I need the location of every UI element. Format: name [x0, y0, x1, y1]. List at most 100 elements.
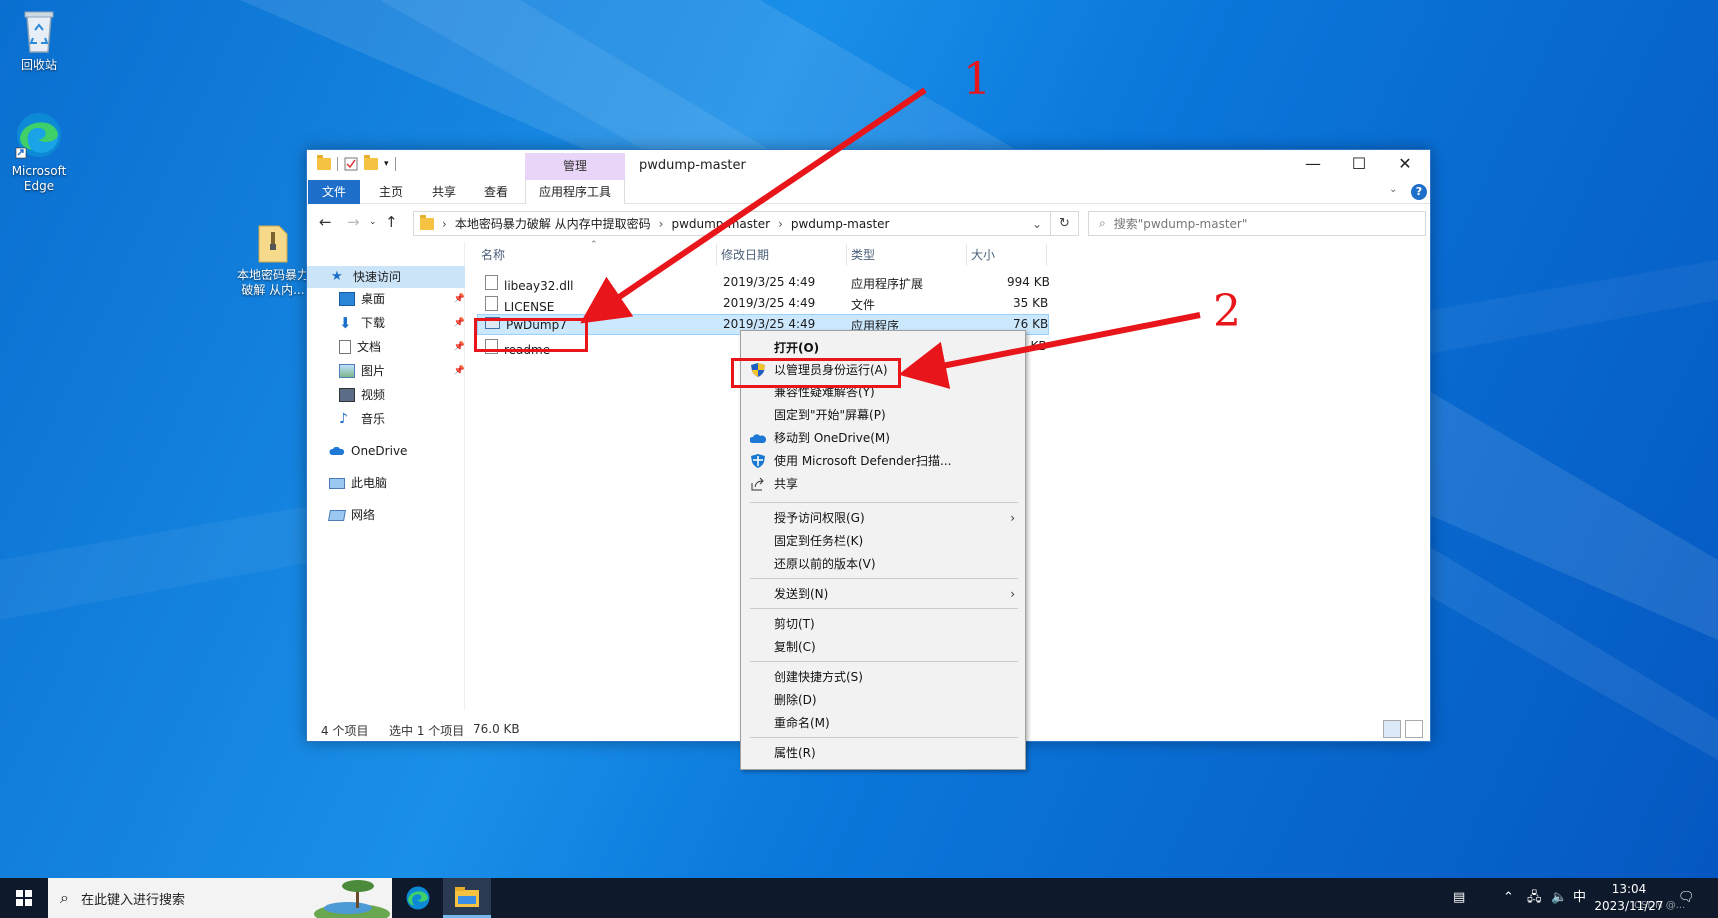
nav-item-network[interactable]: 网络	[328, 504, 461, 526]
start-button[interactable]	[0, 878, 48, 918]
minimize-button[interactable]: —	[1290, 150, 1336, 180]
nav-item-downloads[interactable]: ⬇ 下载 📌	[339, 312, 471, 334]
address-dropdown-icon[interactable]: ⌄	[1032, 217, 1042, 231]
taskbar-edge[interactable]	[394, 878, 442, 918]
text-file-icon	[485, 339, 498, 354]
menu-item-give-access[interactable]: 授予访问权限(G) ›	[741, 507, 1025, 529]
pin-icon[interactable]: 📌	[454, 312, 465, 334]
star-icon: ★	[331, 269, 343, 284]
address-bar[interactable]: › 本地密码暴力破解 从内存中提取密码 › pwdump-master › pw…	[413, 211, 1051, 236]
breadcrumb-segment[interactable]: 本地密码暴力破解 从内存中提取密码	[455, 215, 651, 232]
search-highlight-icon	[314, 880, 390, 918]
nav-item-label: 图片	[361, 364, 386, 378]
new-folder-icon[interactable]	[364, 155, 378, 170]
tab-home[interactable]: 主页	[369, 180, 413, 204]
nav-item-documents[interactable]: 文档 📌	[339, 336, 471, 358]
file-name: libeay32.dll	[504, 279, 574, 293]
column-header-type[interactable]: 类型	[847, 244, 967, 266]
table-row[interactable]: libeay32.dll 2019/3/25 4:49 应用程序扩展 994 K…	[477, 272, 1050, 293]
action-center-icon[interactable]: ▤	[1453, 878, 1465, 918]
column-header-size[interactable]: 大小	[967, 244, 1047, 266]
back-button[interactable]: ←	[319, 213, 332, 231]
maximize-button[interactable]: ☐	[1336, 150, 1382, 180]
desktop-icon-recycle-bin[interactable]: 回收站	[0, 8, 78, 73]
nav-item-videos[interactable]: 视频	[339, 384, 471, 406]
network-tray-icon[interactable]: 🖧	[1527, 878, 1542, 918]
menu-item-restore-versions[interactable]: 还原以前的版本(V)	[741, 553, 1025, 575]
nav-item-music[interactable]: ♪ 音乐	[339, 408, 471, 430]
nav-item-quick-access[interactable]: ★ 快速访问	[307, 266, 465, 288]
music-icon: ♪	[339, 411, 348, 427]
menu-item-send-to[interactable]: 发送到(N) ›	[741, 583, 1025, 605]
menu-item-pin-taskbar[interactable]: 固定到任务栏(K)	[741, 530, 1025, 552]
recent-locations-icon[interactable]: ⌄	[369, 217, 377, 227]
desktop-icon-zip-folder[interactable]: 本地密码暴力破解 从内...	[234, 222, 312, 298]
search-input[interactable]: ⌕ 搜索"pwdump-master"	[1088, 211, 1426, 236]
menu-item-cut[interactable]: 剪切(T)	[741, 613, 1025, 635]
properties-icon[interactable]	[344, 157, 358, 171]
file-date: 2019/3/25 4:49	[723, 275, 816, 289]
large-icons-view-button[interactable]	[1405, 720, 1423, 738]
address-row: ← → ⌄ ↑ › 本地密码暴力破解 从内存中提取密码 › pwdump-mas…	[307, 205, 1430, 241]
help-icon[interactable]: ?	[1411, 184, 1427, 200]
breadcrumb-segment[interactable]: pwdump-master	[791, 217, 890, 231]
nav-item-label: 网络	[351, 508, 376, 522]
chevron-right-icon: ›	[658, 216, 664, 231]
manage-context-tab[interactable]: 管理	[525, 153, 625, 180]
menu-item-properties[interactable]: 属性(R)	[741, 742, 1025, 764]
menu-item-pin-start[interactable]: 固定到"开始"屏幕(P)	[741, 404, 1025, 426]
menu-item-delete[interactable]: 删除(D)	[741, 689, 1025, 711]
breadcrumb-segment[interactable]: pwdump-master	[671, 217, 770, 231]
show-hidden-icons-icon[interactable]: ⌃	[1503, 878, 1514, 918]
pin-icon[interactable]: 📌	[454, 288, 465, 310]
tab-application-tools[interactable]: 应用程序工具	[525, 180, 625, 204]
file-name: PwDump7	[506, 318, 567, 332]
nav-item-onedrive[interactable]: OneDrive	[329, 440, 461, 462]
pin-icon[interactable]: 📌	[454, 360, 465, 382]
edge-icon	[406, 886, 430, 910]
folder-icon	[420, 214, 434, 230]
table-row[interactable]: LICENSE 2019/3/25 4:49 文件 35 KB	[477, 293, 1049, 314]
tab-view[interactable]: 查看	[474, 180, 518, 204]
close-button[interactable]: ✕	[1382, 150, 1428, 180]
refresh-button[interactable]: ↻	[1051, 211, 1079, 236]
file-icon	[485, 296, 498, 311]
menu-item-rename[interactable]: 重命名(M)	[741, 712, 1025, 734]
nav-item-this-pc[interactable]: 此电脑	[329, 472, 461, 494]
customize-toolbar-icon[interactable]: ▾	[384, 159, 389, 169]
notification-icon[interactable]: 🗨	[1678, 878, 1695, 918]
pin-icon[interactable]: 📌	[454, 336, 465, 358]
taskbar-search-input[interactable]: ⌕ 在此键入进行搜索	[48, 878, 392, 918]
menu-item-run-as-admin[interactable]: 以管理员身份运行(A)	[741, 359, 1025, 381]
nav-item-pictures[interactable]: 图片 📌	[339, 360, 471, 382]
divider	[337, 157, 338, 171]
details-view-button[interactable]	[1383, 720, 1401, 738]
menu-item-open[interactable]: 打开(O)	[741, 337, 1025, 359]
desktop-icon-edge[interactable]: Microsoft Edge	[0, 110, 78, 194]
tab-share[interactable]: 共享	[422, 180, 466, 204]
menu-item-move-onedrive[interactable]: 移动到 OneDrive(M)	[741, 427, 1025, 449]
menu-item-copy[interactable]: 复制(C)	[741, 636, 1025, 658]
menu-separator	[750, 578, 1018, 579]
nav-item-label: OneDrive	[351, 444, 408, 458]
ribbon-tabs: 文件 主页 共享 查看 应用程序工具 ⌄ ?	[307, 180, 1430, 204]
nav-item-label: 快速访问	[353, 270, 402, 284]
forward-button[interactable]: →	[347, 213, 360, 231]
nav-item-desktop[interactable]: 桌面 📌	[339, 288, 471, 310]
up-button[interactable]: ↑	[385, 213, 398, 231]
menu-item-troubleshoot[interactable]: 兼容性疑难解答(Y)	[741, 381, 1025, 403]
nav-item-label: 此电脑	[351, 476, 388, 490]
menu-item-defender-scan[interactable]: 使用 Microsoft Defender扫描...	[741, 450, 1025, 472]
tab-file[interactable]: 文件	[308, 180, 360, 204]
ime-indicator[interactable]: 中	[1573, 878, 1586, 918]
expand-ribbon-icon[interactable]: ⌄	[1389, 184, 1397, 195]
volume-icon[interactable]: 🔈	[1551, 878, 1567, 918]
menu-item-share[interactable]: 共享	[741, 473, 1025, 495]
menu-item-create-shortcut[interactable]: 创建快捷方式(S)	[741, 666, 1025, 688]
nav-item-label: 桌面	[361, 292, 386, 306]
divider	[394, 157, 396, 171]
column-header-date[interactable]: 修改日期	[717, 244, 847, 266]
selected-count: 选中 1 个项目	[389, 724, 465, 738]
file-type: 文件	[851, 298, 876, 312]
taskbar-file-explorer[interactable]	[443, 878, 491, 918]
